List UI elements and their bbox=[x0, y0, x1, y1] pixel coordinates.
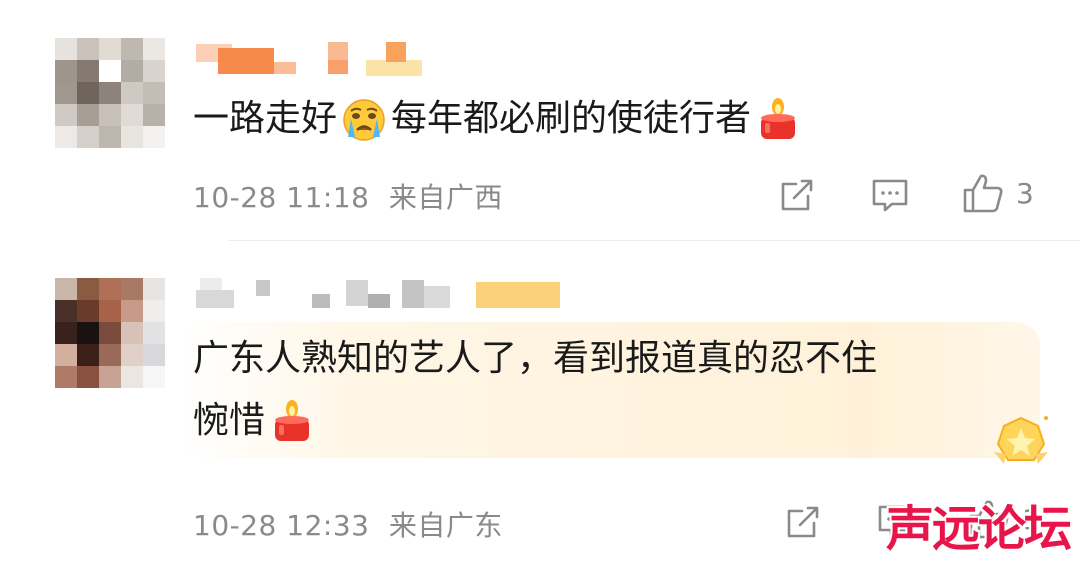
comment-text-part: 一路走好 bbox=[193, 98, 338, 139]
comment-text-line: 广东人熟知的艺人了，看到报道真的忍不住 bbox=[193, 338, 878, 379]
username-blurred[interactable] bbox=[196, 276, 566, 312]
timestamp: 10-28 12:33 bbox=[193, 509, 370, 542]
timestamp: 10-28 11:18 bbox=[193, 181, 370, 214]
comment-text: 一路走好 每年都必刷的使徒行者 bbox=[193, 88, 805, 150]
thumbs-up-icon bbox=[963, 174, 1003, 213]
comment-text: 广东人熟知的艺人了，看到报道真的忍不住 惋惜 bbox=[193, 328, 877, 452]
crying-face-emoji-icon bbox=[341, 97, 387, 143]
comment-meta: 10-28 11:18 来自广西 bbox=[193, 176, 503, 216]
share-button[interactable] bbox=[784, 503, 822, 541]
reply-button[interactable] bbox=[870, 176, 910, 214]
comment-icon bbox=[872, 179, 908, 212]
like-count: 3 bbox=[1016, 176, 1034, 210]
candle-emoji-icon bbox=[755, 97, 801, 143]
avatar[interactable] bbox=[55, 278, 165, 388]
share-icon bbox=[787, 506, 819, 538]
location: 来自广西 bbox=[388, 181, 503, 214]
share-button[interactable] bbox=[778, 176, 816, 214]
watermark: 声远论坛 bbox=[885, 501, 1072, 557]
comment-text-line: 惋惜 bbox=[193, 390, 877, 452]
location: 来自广东 bbox=[388, 509, 503, 542]
avatar[interactable] bbox=[55, 38, 165, 148]
comment-text-part: 每年都必刷的使徒行者 bbox=[391, 98, 752, 139]
share-icon bbox=[781, 179, 813, 211]
username-blurred[interactable] bbox=[196, 40, 426, 76]
candle-emoji-icon bbox=[269, 399, 315, 445]
like-button[interactable]: 3 bbox=[962, 172, 1034, 214]
comment-meta: 10-28 12:33 来自广东 bbox=[193, 504, 503, 544]
comment-text-part: 惋惜 bbox=[193, 400, 266, 441]
divider bbox=[228, 240, 1080, 241]
star-badge-icon bbox=[994, 416, 1048, 464]
